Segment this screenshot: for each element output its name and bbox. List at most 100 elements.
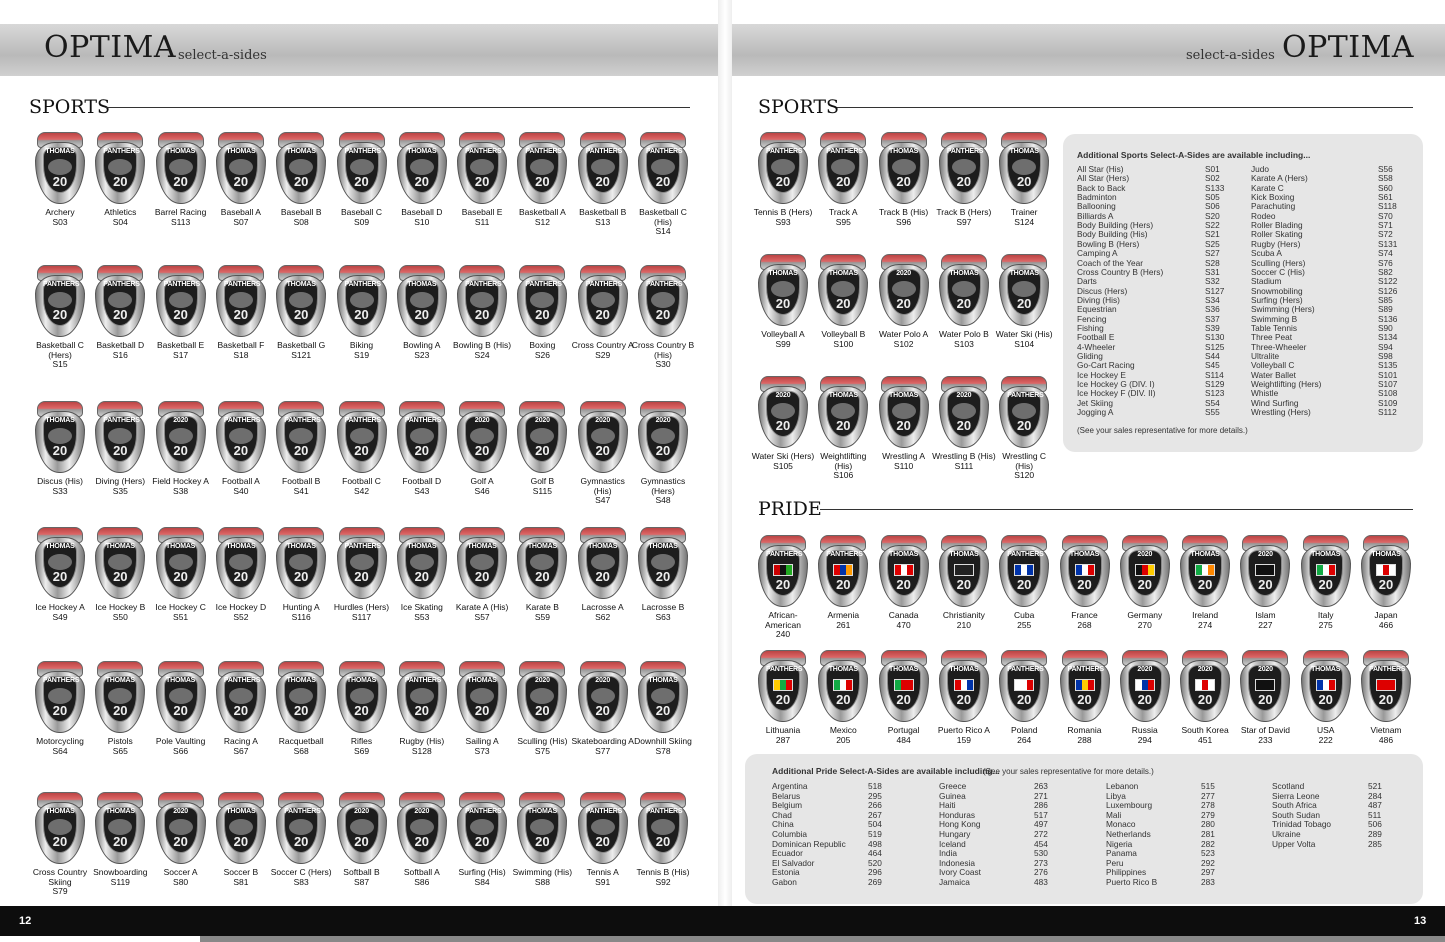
select-a-side-item[interactable]: THOMAS 20 Rifles S69 bbox=[330, 661, 394, 756]
select-a-side-item[interactable]: PANTHERS 20 Football A S40 bbox=[209, 401, 273, 496]
select-a-side-item[interactable]: THOMAS 20 Ice Hockey C S51 bbox=[149, 527, 213, 622]
select-a-side-item[interactable]: THOMAS 20 Barrel Racing S113 bbox=[149, 132, 213, 227]
select-a-side-item[interactable]: PANTHERS 20 Basketball F S18 bbox=[209, 265, 273, 360]
select-a-side-item[interactable]: PANTHERS 20 Tennis B (His) S92 bbox=[631, 792, 695, 887]
select-a-side-item[interactable]: THOMAS 20 Hunting A S116 bbox=[269, 527, 333, 622]
select-a-side-item[interactable]: PANTHERS 20 Hurdles (Hers) S117 bbox=[330, 527, 394, 622]
select-a-side-item[interactable]: THOMAS 20 Lacrosse B S63 bbox=[631, 527, 695, 622]
select-a-side-item[interactable]: PANTHERS 20 Football D S43 bbox=[390, 401, 454, 496]
select-a-side-item[interactable]: PANTHERS 20 Basketball C (His) S14 bbox=[631, 132, 695, 237]
select-a-side-item[interactable]: THOMAS 20 Ice Skating S53 bbox=[390, 527, 454, 622]
select-a-side-item[interactable]: 2020 20 Softball B S87 bbox=[330, 792, 394, 887]
select-a-side-item[interactable]: PANTHERS 20 African-American 240 bbox=[751, 535, 815, 640]
select-a-side-item[interactable]: THOMAS 20 Wrestling A S110 bbox=[872, 376, 936, 471]
select-a-side-item[interactable]: PANTHERS 20 Football C S42 bbox=[330, 401, 394, 496]
select-a-side-item[interactable]: THOMAS 20 Volleyball B S100 bbox=[811, 254, 875, 349]
select-a-side-item[interactable]: 2020 20 Gymnastics (Hers) S48 bbox=[631, 401, 695, 506]
select-a-side-item[interactable]: THOMAS 20 Baseball D S10 bbox=[390, 132, 454, 227]
select-a-side-item[interactable]: PANTHERS 20 Football B S41 bbox=[269, 401, 333, 496]
select-a-side-item[interactable]: THOMAS 20 Bowling A S23 bbox=[390, 265, 454, 360]
select-a-side-item[interactable]: THOMAS 20 Karate A (His) S57 bbox=[450, 527, 514, 622]
select-a-side-item[interactable]: PANTHERS 20 Cuba 255 bbox=[992, 535, 1056, 630]
select-a-side-item[interactable]: 2020 20 Russia 294 bbox=[1113, 650, 1177, 745]
select-a-side-item[interactable]: 2020 20 Softball A S86 bbox=[390, 792, 454, 887]
select-a-side-item[interactable]: THOMAS 20 Ice Hockey B S50 bbox=[88, 527, 152, 622]
select-a-side-item[interactable]: THOMAS 20 Swimming (His) S88 bbox=[510, 792, 574, 887]
select-a-side-item[interactable]: THOMAS 20 Sailing A S73 bbox=[450, 661, 514, 756]
select-a-side-item[interactable]: THOMAS 20 Weightlifting (His) S106 bbox=[811, 376, 875, 481]
select-a-side-item[interactable]: THOMAS 20 USA 222 bbox=[1294, 650, 1358, 745]
select-a-side-item[interactable]: THOMAS 20 Japan 466 bbox=[1354, 535, 1418, 630]
select-a-side-item[interactable]: THOMAS 20 Volleyball A S99 bbox=[751, 254, 815, 349]
select-a-side-item[interactable]: 2020 20 Field Hockey A S38 bbox=[149, 401, 213, 496]
select-a-side-item[interactable]: PANTHERS 20 Basketball C (Hers) S15 bbox=[28, 265, 92, 370]
select-a-side-item[interactable]: 2020 20 Soccer A S80 bbox=[149, 792, 213, 887]
select-a-side-item[interactable]: PANTHERS 20 Cross Country A S29 bbox=[571, 265, 635, 360]
select-a-side-item[interactable]: PANTHERS 20 Biking S19 bbox=[330, 265, 394, 360]
select-a-side-item[interactable]: 2020 20 Islam 227 bbox=[1233, 535, 1297, 630]
select-a-side-item[interactable]: PANTHERS 20 Wrestling C (His) S120 bbox=[992, 376, 1056, 481]
select-a-side-item[interactable]: 2020 20 Water Polo A S102 bbox=[872, 254, 936, 349]
select-a-side-item[interactable]: 2020 20 Wrestling B (His) S111 bbox=[932, 376, 996, 471]
select-a-side-item[interactable]: THOMAS 20 Ireland 274 bbox=[1173, 535, 1237, 630]
select-a-side-item[interactable]: PANTHERS 20 Boxing S26 bbox=[510, 265, 574, 360]
select-a-side-item[interactable]: THOMAS 20 Portugal 484 bbox=[872, 650, 936, 745]
select-a-side-item[interactable]: THOMAS 20 Pole Vaulting S66 bbox=[149, 661, 213, 756]
select-a-side-item[interactable]: 2020 20 Star of David 233 bbox=[1233, 650, 1297, 745]
select-a-side-item[interactable]: THOMAS 20 Discus (His) S33 bbox=[28, 401, 92, 496]
select-a-side-item[interactable]: PANTHERS 20 Basketball A S12 bbox=[510, 132, 574, 227]
select-a-side-item[interactable]: THOMAS 20 Italy 275 bbox=[1294, 535, 1358, 630]
select-a-side-item[interactable]: THOMAS 20 Puerto Rico A 159 bbox=[932, 650, 996, 745]
select-a-side-item[interactable]: PANTHERS 20 Basketball B S13 bbox=[571, 132, 635, 227]
select-a-side-item[interactable]: THOMAS 20 Water Ski (His) S104 bbox=[992, 254, 1056, 349]
select-a-side-item[interactable]: PANTHERS 20 Tennis B (Hers) S93 bbox=[751, 132, 815, 227]
select-a-side-item[interactable]: THOMAS 20 Soccer B S81 bbox=[209, 792, 273, 887]
select-a-side-item[interactable]: 2020 20 Golf A S46 bbox=[450, 401, 514, 496]
select-a-side-item[interactable]: PANTHERS 20 Cross Country B (His) S30 bbox=[631, 265, 695, 370]
select-a-side-item[interactable]: THOMAS 20 Snowboarding S119 bbox=[88, 792, 152, 887]
select-a-side-item[interactable]: PANTHERS 20 Tennis A S91 bbox=[571, 792, 635, 887]
select-a-side-item[interactable]: PANTHERS 20 Track B (Hers) S97 bbox=[932, 132, 996, 227]
select-a-side-item[interactable]: THOMAS 20 Baseball B S08 bbox=[269, 132, 333, 227]
select-a-side-item[interactable]: THOMAS 20 Trainer S124 bbox=[992, 132, 1056, 227]
select-a-side-item[interactable]: PANTHERS 20 Poland 264 bbox=[992, 650, 1056, 745]
select-a-side-item[interactable]: THOMAS 20 Water Polo B S103 bbox=[932, 254, 996, 349]
select-a-side-item[interactable]: PANTHERS 20 Surfing (His) S84 bbox=[450, 792, 514, 887]
select-a-side-item[interactable]: THOMAS 20 France 268 bbox=[1053, 535, 1117, 630]
select-a-side-item[interactable]: PANTHERS 20 Vietnam 486 bbox=[1354, 650, 1418, 745]
select-a-side-item[interactable]: THOMAS 20 Downhill Skiing S78 bbox=[631, 661, 695, 756]
select-a-side-item[interactable]: 2020 20 Water Ski (Hers) S105 bbox=[751, 376, 815, 471]
select-a-side-item[interactable]: THOMAS 20 Track B (His) S96 bbox=[872, 132, 936, 227]
select-a-side-item[interactable]: THOMAS 20 Racquetball S68 bbox=[269, 661, 333, 756]
select-a-side-item[interactable]: PANTHERS 20 Track A S95 bbox=[811, 132, 875, 227]
select-a-side-item[interactable]: 2020 20 Gymnastics (His) S47 bbox=[571, 401, 635, 506]
select-a-side-item[interactable]: THOMAS 20 Archery S03 bbox=[28, 132, 92, 227]
select-a-side-item[interactable]: PANTHERS 20 Basketball D S16 bbox=[88, 265, 152, 360]
select-a-side-item[interactable]: 2020 20 Skateboarding A S77 bbox=[571, 661, 635, 756]
select-a-side-item[interactable]: THOMAS 20 Cross Country Skiing S79 bbox=[28, 792, 92, 897]
select-a-side-item[interactable]: THOMAS 20 Karate B S59 bbox=[510, 527, 574, 622]
select-a-side-item[interactable]: PANTHERS 20 Bowling B (His) S24 bbox=[450, 265, 514, 360]
select-a-side-item[interactable]: PANTHERS 20 Racing A S67 bbox=[209, 661, 273, 756]
select-a-side-item[interactable]: PANTHERS 20 Romania 288 bbox=[1053, 650, 1117, 745]
select-a-side-item[interactable]: PANTHERS 20 Baseball E S11 bbox=[450, 132, 514, 227]
select-a-side-item[interactable]: PANTHERS 20 Baseball C S09 bbox=[330, 132, 394, 227]
select-a-side-item[interactable]: THOMAS 20 Basketball G S121 bbox=[269, 265, 333, 360]
select-a-side-item[interactable]: PANTHERS 20 Athletics S04 bbox=[88, 132, 152, 227]
select-a-side-item[interactable]: PANTHERS 20 Basketball E S17 bbox=[149, 265, 213, 360]
select-a-side-item[interactable]: 2020 20 Sculling (His) S75 bbox=[510, 661, 574, 756]
select-a-side-item[interactable]: THOMAS 20 Mexico 205 bbox=[811, 650, 875, 745]
select-a-side-item[interactable]: PANTHERS 20 Lithuania 287 bbox=[751, 650, 815, 745]
select-a-side-item[interactable]: PANTHERS 20 Armenia 261 bbox=[811, 535, 875, 630]
select-a-side-item[interactable]: 2020 20 Golf B S115 bbox=[510, 401, 574, 496]
select-a-side-item[interactable]: 2020 20 Germany 270 bbox=[1113, 535, 1177, 630]
select-a-side-item[interactable]: THOMAS 20 Christianity 210 bbox=[932, 535, 996, 630]
select-a-side-item[interactable]: PANTHERS 20 Rugby (His) S128 bbox=[390, 661, 454, 756]
select-a-side-item[interactable]: THOMAS 20 Baseball A S07 bbox=[209, 132, 273, 227]
select-a-side-item[interactable]: THOMAS 20 Ice Hockey D S52 bbox=[209, 527, 273, 622]
select-a-side-item[interactable]: 2020 20 South Korea 451 bbox=[1173, 650, 1237, 745]
select-a-side-item[interactable]: THOMAS 20 Pistols S65 bbox=[88, 661, 152, 756]
select-a-side-item[interactable]: THOMAS 20 Canada 470 bbox=[872, 535, 936, 630]
select-a-side-item[interactable]: THOMAS 20 Ice Hockey A S49 bbox=[28, 527, 92, 622]
select-a-side-item[interactable]: THOMAS 20 Lacrosse A S62 bbox=[571, 527, 635, 622]
